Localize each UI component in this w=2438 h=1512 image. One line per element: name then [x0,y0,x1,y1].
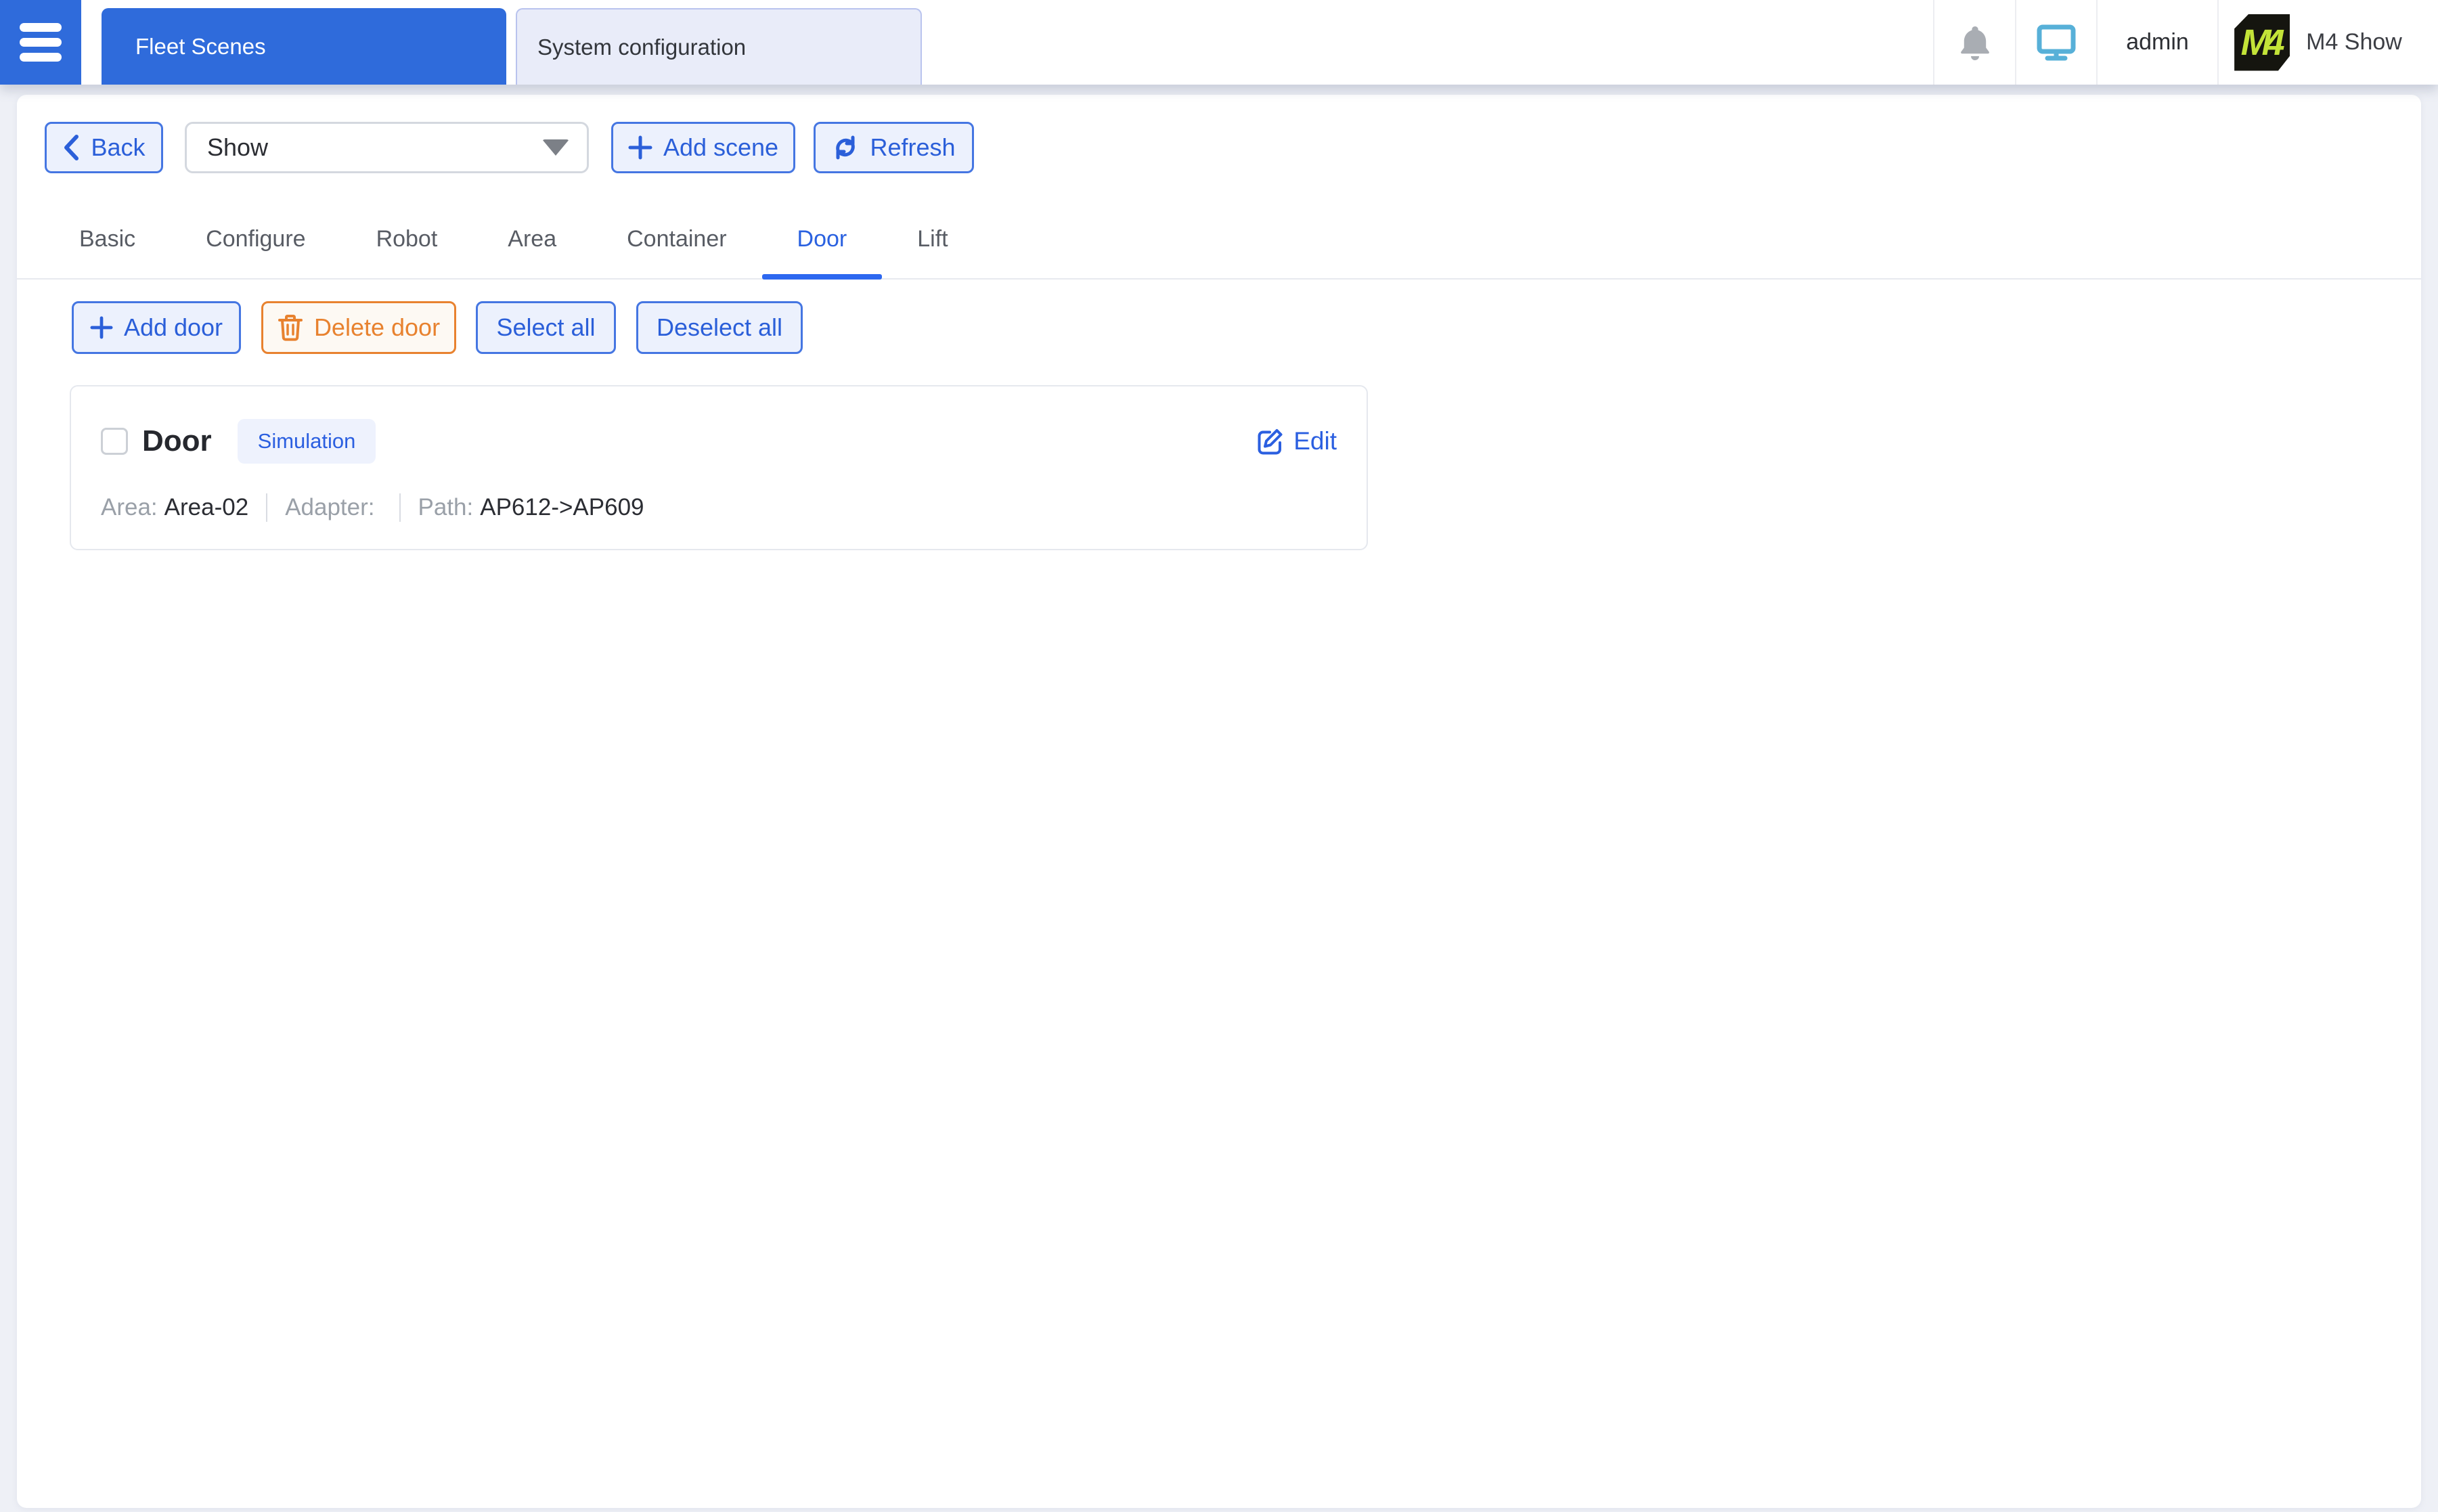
scene-select-value: Show [207,133,269,161]
add-door-button[interactable]: Add door [72,301,241,354]
user-menu[interactable]: admin [2096,0,2217,85]
door-actions: Add door Delete door Select all Deselect… [72,301,2394,354]
topbar-right: admin M4 M4 Show [1933,0,2438,85]
meta-divider [399,493,401,522]
tab-basic[interactable]: Basic [44,203,171,278]
m4-logo-icon: M4 [2234,14,2290,71]
delete-door-button[interactable]: Delete door [261,301,456,354]
door-card-header: Door Simulation Edit [101,419,1337,464]
refresh-button[interactable]: Refresh [814,122,974,173]
simulation-badge: Simulation [237,419,376,464]
topbar-tab-label: System configuration [537,34,747,60]
topbar-tab-system-configuration[interactable]: System configuration [516,8,922,85]
scene-section-tabs: Basic Configure Robot Area Container Doo… [17,203,2421,280]
hamburger-icon [20,23,62,32]
add-scene-button[interactable]: Add scene [611,122,795,173]
plus-icon [628,135,652,160]
hamburger-menu-button[interactable] [0,0,81,85]
area-label: Area: [101,494,158,520]
select-all-button[interactable]: Select all [476,301,616,354]
brand-name: M4 Show [2306,29,2402,55]
topbar-tab-label: Fleet Scenes [135,33,266,59]
plus-icon [90,316,113,339]
door-title: Door [142,424,212,458]
notifications-button[interactable] [1933,0,2015,85]
meta-divider [266,493,268,522]
door-checkbox[interactable] [101,428,128,455]
adapter-label: Adapter: [285,494,375,520]
chevron-left-icon [64,135,79,160]
trash-icon [278,315,303,341]
door-card: Door Simulation Edit Area: Area-02 Adapt… [70,385,1368,550]
scene-toolbar: Back Show Add scene Refresh [45,122,2394,173]
monitor-icon [2037,24,2076,60]
brand[interactable]: M4 M4 Show [2217,0,2438,85]
tab-container[interactable]: Container [592,203,761,278]
tab-robot[interactable]: Robot [341,203,473,278]
bell-icon [1960,26,1989,60]
scene-select[interactable]: Show [185,122,589,173]
tab-lift[interactable]: Lift [882,203,983,278]
topbar-tabs: Fleet Scenes System configuration [102,0,922,85]
tab-area[interactable]: Area [472,203,592,278]
chevron-down-icon [542,139,569,156]
topbar: Fleet Scenes System configuration admin … [0,0,2438,85]
door-card-meta: Area: Area-02 Adapter: Path: AP612->AP60… [101,493,1337,522]
edit-door-link[interactable]: Edit [1256,427,1337,455]
topbar-tab-fleet-scenes[interactable]: Fleet Scenes [102,8,506,85]
refresh-icon [836,135,856,160]
tab-door[interactable]: Door [761,203,883,280]
main-panel: Back Show Add scene Refresh Basic Config… [17,95,2421,1508]
display-mode-button[interactable] [2015,0,2096,85]
back-button[interactable]: Back [45,122,163,173]
deselect-all-button[interactable]: Deselect all [636,301,803,354]
path-value: AP612->AP609 [480,494,644,520]
path-label: Path: [418,494,474,520]
edit-icon [1258,429,1283,455]
area-value: Area-02 [164,494,249,520]
tab-configure[interactable]: Configure [171,203,340,278]
username: admin [2126,29,2189,55]
